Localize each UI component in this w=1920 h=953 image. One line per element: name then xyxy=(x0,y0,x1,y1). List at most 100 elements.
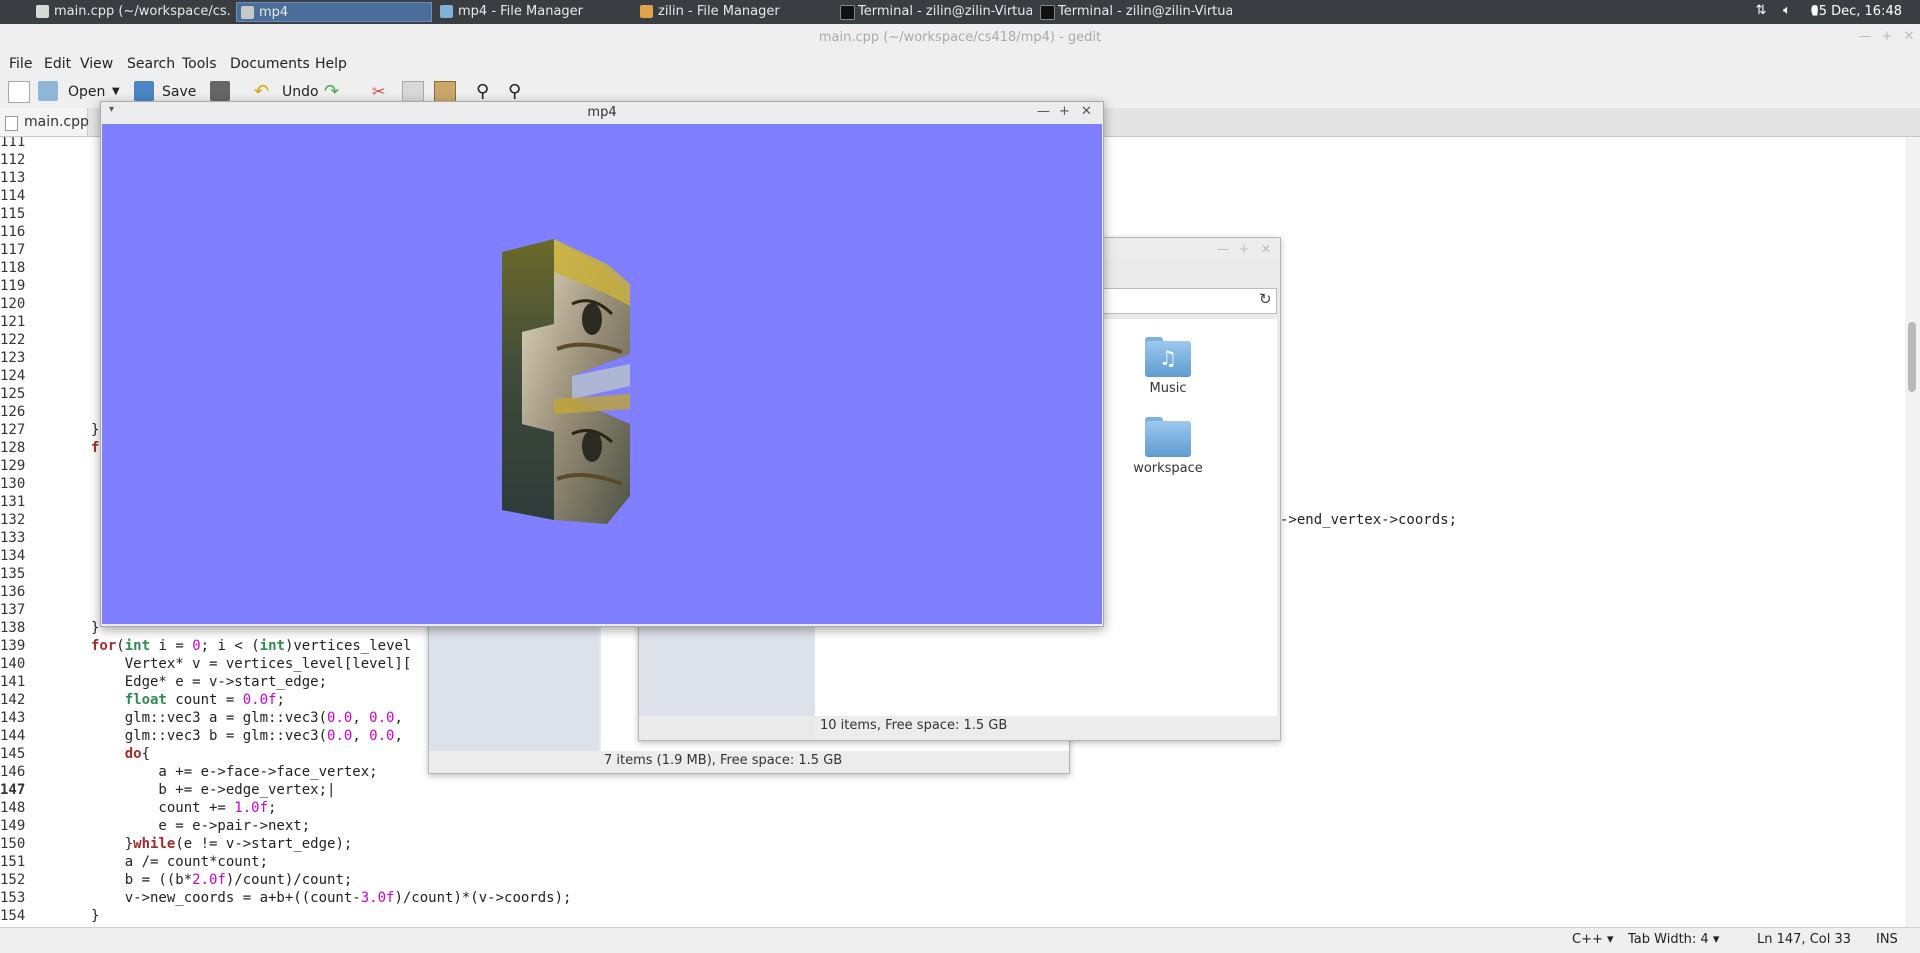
code-line-127: } xyxy=(91,422,100,438)
minimize-icon[interactable]: — xyxy=(1217,242,1229,256)
line-number: 138 xyxy=(0,620,26,636)
close-icon[interactable]: ✕ xyxy=(1902,30,1916,44)
line-number: 152 xyxy=(0,872,26,888)
line-number: 131 xyxy=(0,494,26,510)
line-number: 128 xyxy=(0,440,26,456)
line-number: 125 xyxy=(0,386,26,402)
folder-icon[interactable]: ♫ xyxy=(1145,337,1191,377)
close-icon[interactable]: ✕ xyxy=(1081,104,1092,119)
print-icon[interactable] xyxy=(210,81,230,101)
line-number: 146 xyxy=(0,764,26,780)
file-manager-status: 7 items (1.9 MB), Free space: 1.5 GB xyxy=(429,751,1069,773)
maximize-icon[interactable]: + xyxy=(1880,30,1894,44)
scrollbar-thumb[interactable] xyxy=(1908,322,1916,392)
code-line-140: Vertex* v = vertices_level[level][ xyxy=(91,656,412,672)
open-folder-icon[interactable] xyxy=(38,81,58,101)
code-line-153: v->new_coords = a+b+((count-3.0f)/count)… xyxy=(91,890,572,906)
line-number: 127 xyxy=(0,422,26,438)
folder-icon xyxy=(440,5,453,18)
task-label: Terminal - zilin@zilin-Virtua... xyxy=(858,4,1032,19)
code-line-138: } xyxy=(91,620,100,636)
line-number: 148 xyxy=(0,800,26,816)
line-number: 120 xyxy=(0,296,26,312)
code-line-150: }while(e != v->start_edge); xyxy=(91,836,353,852)
menu-help[interactable]: Help xyxy=(315,52,347,76)
menu-edit[interactable]: Edit xyxy=(44,52,71,76)
line-number: 117 xyxy=(0,242,26,258)
line-number: 119 xyxy=(0,278,26,294)
taskbar: main.cpp (~/workspace/cs... mp4 mp4 - Fi… xyxy=(0,0,1920,24)
copy-icon[interactable] xyxy=(402,81,424,103)
reload-icon[interactable]: ↻ xyxy=(1259,290,1272,308)
volume-icon[interactable]: 🔈︎ xyxy=(1780,4,1794,18)
line-number: 130 xyxy=(0,476,26,492)
menu-documents[interactable]: Documents xyxy=(230,52,310,76)
cursor-position: Ln 147, Col 33 xyxy=(1757,932,1852,947)
maximize-icon[interactable]: + xyxy=(1239,242,1249,256)
close-icon[interactable]: ✕ xyxy=(1261,242,1271,256)
task-mp4[interactable]: mp4 xyxy=(236,2,432,22)
line-number: 114 xyxy=(0,188,26,204)
task-terminal-2[interactable]: Terminal - zilin@zilin-Virtua... xyxy=(1036,2,1232,22)
code-line-139: for(int i = 0; i < (int)vertices_level xyxy=(91,638,412,654)
gedit-window-title: main.cpp (~/workspace/cs418/mp4) - gedit xyxy=(0,24,1920,52)
line-number: 123 xyxy=(0,350,26,366)
line-number: 144 xyxy=(0,728,26,744)
line-number: 135 xyxy=(0,566,26,582)
line-number: 112 xyxy=(0,152,26,168)
task-label: mp4 xyxy=(259,5,289,20)
task-mp4-file-manager[interactable]: mp4 - File Manager xyxy=(436,2,632,22)
line-number: 140 xyxy=(0,656,26,672)
task-label: Terminal - zilin@zilin-Virtua... xyxy=(1058,4,1232,19)
code-line-154: } xyxy=(91,908,100,924)
folder-label-music: Music xyxy=(1149,381,1187,396)
new-document-icon[interactable] xyxy=(8,81,30,103)
line-number: 111 xyxy=(0,137,26,150)
code-line-146: a += e->face->face_vertex; xyxy=(91,764,378,780)
minimize-icon[interactable]: — xyxy=(1037,104,1050,119)
task-zilin-file-manager[interactable]: zilin - File Manager xyxy=(636,2,832,22)
vertical-scrollbar[interactable] xyxy=(1905,137,1920,927)
mp4-window[interactable]: mp4 ▾ — + ✕ xyxy=(100,101,1104,627)
maximize-icon[interactable]: + xyxy=(1059,104,1070,119)
file-manager-sidebar[interactable] xyxy=(639,624,815,716)
code-line-147: b += e->edge_vertex;| xyxy=(91,782,336,798)
line-number: 141 xyxy=(0,674,26,690)
opengl-canvas[interactable] xyxy=(102,124,1102,624)
line-number: 149 xyxy=(0,818,26,834)
line-number: 136 xyxy=(0,584,26,600)
menu-search[interactable]: Search xyxy=(127,52,175,76)
line-number: 139 xyxy=(0,638,26,654)
task-terminal-1[interactable]: Terminal - zilin@zilin-Virtua... xyxy=(836,2,1032,22)
menu-tools[interactable]: Tools xyxy=(182,52,217,76)
rendered-mesh xyxy=(502,239,630,524)
menu-view[interactable]: View xyxy=(80,52,113,76)
file-manager-sidebar[interactable] xyxy=(429,607,599,751)
task-gedit[interactable]: main.cpp (~/workspace/cs... xyxy=(32,2,232,22)
paste-icon[interactable] xyxy=(434,81,456,103)
task-label: main.cpp (~/workspace/cs... xyxy=(54,4,232,19)
line-number: 121 xyxy=(0,314,26,330)
tab-width-selector[interactable]: Tab Width: 4 ▾ xyxy=(1628,928,1719,952)
status-bar: C++ ▾ Tab Width: 4 ▾ Ln 147, Col 33 INS xyxy=(0,927,1920,953)
window-menu-icon[interactable]: ▾ xyxy=(109,104,114,115)
home-icon xyxy=(640,5,653,18)
insert-mode: INS xyxy=(1876,932,1898,947)
line-number: 142 xyxy=(0,692,26,708)
code-line-142: float count = 0.0f; xyxy=(124,692,285,708)
save-icon[interactable] xyxy=(134,81,154,101)
code-line-128: f xyxy=(91,440,100,456)
network-icon[interactable]: ⇅ xyxy=(1754,4,1768,18)
tab-label: main.cpp xyxy=(24,114,89,130)
music-note-icon: ♫ xyxy=(1159,346,1177,370)
line-number: 151 xyxy=(0,854,26,870)
language-selector[interactable]: C++ ▾ xyxy=(1572,928,1614,952)
mp4-window-title: mp4 xyxy=(587,105,617,120)
menu-file[interactable]: File xyxy=(9,52,32,76)
line-number: 126 xyxy=(0,404,26,420)
clock[interactable]: 05 Dec, 16:48 xyxy=(1810,0,1902,24)
folder-icon[interactable] xyxy=(1145,417,1191,457)
document-icon xyxy=(36,5,49,18)
minimize-icon[interactable]: — xyxy=(1858,30,1872,44)
location-bar[interactable] xyxy=(1099,288,1277,314)
